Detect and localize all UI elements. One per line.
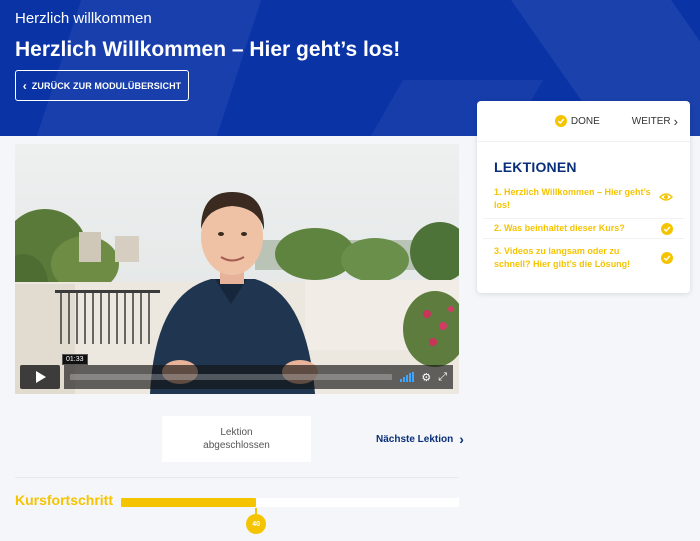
video-controls: 01:33 ⚙ ⤢ [20,354,453,389]
course-progress-label: Kursfortschritt [15,492,114,508]
chevron-right-icon: › [673,113,678,129]
next-button[interactable]: WEITER › [632,114,678,129]
play-icon [35,371,46,383]
eye-icon [659,192,673,206]
video-scrubber[interactable]: 01:33 ⚙ ⤢ [62,354,453,389]
check-icon [661,222,673,235]
back-to-modules-button[interactable]: ‹ ZURÜCK ZUR MODULÜBERSICHT [15,70,189,101]
lesson-label: 1. Herzlich Willkommen – Hier geht’s los… [494,187,651,210]
gear-icon[interactable]: ⚙ [421,371,431,384]
volume-icon[interactable] [400,372,415,382]
breadcrumb: Herzlich willkommen [15,10,152,27]
back-button-label: ZURÜCK ZUR MODULÜBERSICHT [31,80,182,91]
progress-percent-badge: 40 [246,508,267,534]
next-lesson-label: Nächste Lektion [376,433,454,445]
done-label: DONE [570,115,600,127]
chevron-left-icon: ‹ [22,78,27,93]
lesson-label: 2. Was beinhaltet dieser Kurs? [494,223,625,233]
lesson-label: 3. Videos zu langsam oder zu schnell? Hi… [494,246,631,269]
mark-lesson-complete-button[interactable]: Lektion abgeschlossen [162,416,311,462]
chevron-right-icon: › [459,431,464,447]
done-status: DONE [554,115,600,127]
time-tooltip: 01:33 [62,354,88,365]
fullscreen-icon[interactable]: ⤢ [438,371,447,384]
check-icon [554,115,567,127]
lessons-sidebar: DONE WEITER › LEKTIONEN 1. Herzlich Will… [477,101,690,293]
next-lesson-link[interactable]: Nächste Lektion › [376,431,464,447]
check-icon [661,252,673,264]
lesson-item-2[interactable]: 2. Was beinhaltet dieser Kurs? [483,218,684,239]
complete-label-line2: abgeschlossen [203,440,270,451]
course-progress-bar [121,498,459,507]
course-progress-fill [121,498,257,507]
lesson-item-3[interactable]: 3. Videos zu langsam oder zu schnell? Hi… [483,242,684,274]
divider [15,477,459,478]
sidebar-header: DONE WEITER › [477,101,690,142]
complete-label-line1: Lektion [220,427,253,438]
scrub-track[interactable] [70,374,393,380]
next-button-label: WEITER [631,115,671,127]
page-title: Herzlich Willkommen – Hier geht’s los! [15,38,401,61]
play-button[interactable] [20,365,60,389]
lessons-heading: LEKTIONEN [494,159,577,175]
lesson-item-1[interactable]: 1. Herzlich Willkommen – Hier geht’s los… [483,183,684,215]
video-player[interactable]: 01:33 ⚙ ⤢ [15,144,459,394]
